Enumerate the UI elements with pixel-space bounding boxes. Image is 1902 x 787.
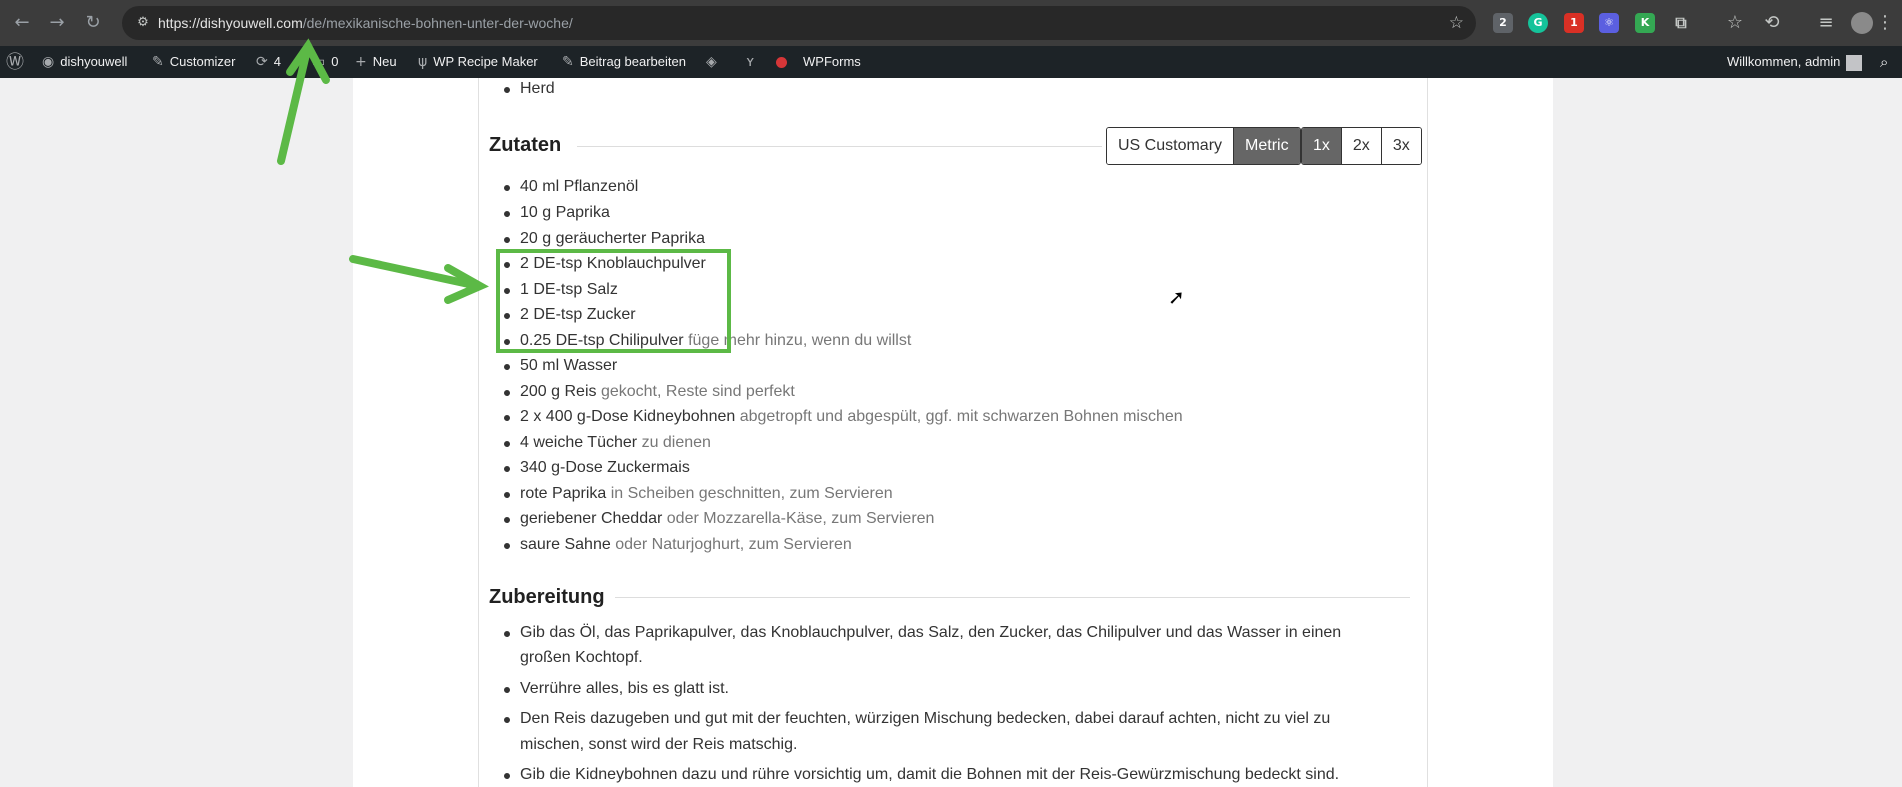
brush-icon: ✎ — [152, 54, 164, 70]
grammarly-icon[interactable]: G — [1528, 13, 1548, 33]
yoast-icon[interactable]: ʏ — [746, 46, 761, 78]
extension-badge-2-icon[interactable]: 2 — [1493, 13, 1513, 33]
ingredient-item: 40 ml Pflanzenöl — [503, 178, 639, 195]
ingredient-item: 200 g Reis gekocht, Reste sind perfekt — [504, 383, 795, 400]
extension-k-icon[interactable]: K — [1635, 13, 1655, 33]
bookmark-star-icon[interactable]: ☆ — [1449, 13, 1464, 33]
heading-divider — [615, 597, 1410, 598]
extension-purple-icon[interactable]: ⚛ — [1599, 13, 1619, 33]
pencil-icon: ✎ — [562, 54, 574, 70]
scale-1x-button[interactable]: 1x — [1302, 128, 1342, 164]
scale-3x-button[interactable]: 3x — [1381, 128, 1421, 164]
address-bar[interactable]: ⚙ https://dishyouwell.com/de/mexikanisch… — [122, 6, 1476, 40]
updates-count: 4 — [273, 54, 281, 69]
welcome-label: Willkommen, admin — [1727, 54, 1841, 69]
ingredient-note: zu dienen — [641, 434, 711, 451]
instruction-step: Gib das Öl, das Paprikapulver, das Knobl… — [503, 624, 1342, 641]
avatar — [1846, 54, 1863, 71]
ingredient-note: in Scheiben geschnitten, zum Servieren — [610, 485, 893, 502]
extension-badge-1-icon[interactable]: 1 — [1564, 13, 1584, 33]
reading-list-icon[interactable]: ≡ — [1815, 12, 1837, 34]
ingredient-item: 340 g-Dose Zuckermais — [504, 459, 690, 476]
diamond-icon: ◈ — [706, 54, 717, 70]
scale-2x-button[interactable]: 2x — [1341, 128, 1382, 164]
status-dot-icon[interactable] — [776, 46, 787, 78]
ingredient-item: saure Sahne oder Naturjoghurt, zum Servi… — [504, 536, 852, 553]
ingredient-note: gekocht, Reste sind perfekt — [600, 383, 795, 400]
equipment-item: Herd — [504, 80, 555, 97]
ingredient-item: geriebener Cheddar oder Mozzarella-Käse,… — [503, 510, 935, 527]
ingredients-heading: Zutaten — [489, 134, 562, 156]
account-menu[interactable]: Willkommen, admin — [1727, 46, 1863, 78]
new-content-link[interactable]: + Neu — [355, 46, 397, 78]
recipe-maker-label: WP Recipe Maker — [433, 54, 538, 69]
profile-avatar[interactable] — [1851, 12, 1873, 34]
instruction-step-continued: mischen, sonst wird der Reis matschig. — [520, 736, 798, 753]
yoast-logo-icon: ʏ — [746, 54, 755, 70]
heading-divider — [577, 146, 1102, 147]
updates-link[interactable]: ⟳ 4 — [256, 46, 281, 78]
forward-icon[interactable]: → — [46, 12, 68, 34]
ingredient-item: 2 x 400 g-Dose Kidneybohnen abgetropft u… — [504, 408, 1183, 425]
updates-icon: ⟳ — [256, 54, 268, 70]
unit-system-toggle: US Customary Metric — [1106, 127, 1301, 165]
wp-admin-bar: Ⓦ ◉ dishyouwell ✎ Customizer ⟳ 4 ▭ 0 + Neu ψW… — [0, 46, 1902, 78]
new-label: Neu — [372, 54, 397, 69]
plus-icon: + — [355, 54, 367, 70]
site-settings-icon[interactable]: ⚙ — [134, 14, 152, 32]
wpforms-link[interactable]: WPForms — [803, 46, 861, 78]
edit-post-label: Beitrag bearbeiten — [579, 54, 686, 69]
ingredient-note: abgetropft und abgespült, ggf. mit schwa… — [739, 408, 1183, 425]
bookmarks-star-icon[interactable]: ☆ — [1724, 12, 1746, 34]
us-customary-button[interactable]: US Customary — [1107, 128, 1235, 164]
reload-icon[interactable]: ↻ — [82, 12, 104, 34]
customizer-label: Customizer — [169, 54, 236, 69]
site-name-label: dishyouwell — [60, 54, 128, 69]
puzzle-icon[interactable]: ⧉ — [1671, 13, 1691, 33]
customizer-link[interactable]: ✎ Customizer — [152, 46, 235, 78]
mouse-cursor-icon: ➚ — [1168, 285, 1185, 309]
ingredient-item: 10 g Paprika — [504, 204, 610, 221]
red-dot — [776, 57, 787, 69]
ingredient-item: 20 g geräucherter Paprika — [504, 230, 705, 247]
url-text[interactable]: https://dishyouwell.com/de/mexikanische-… — [158, 15, 573, 31]
browser-toolbar: ← → ↻ ⚙ https://dishyouwell.com/de/mexik… — [0, 0, 1902, 46]
edit-post-link[interactable]: ✎ Beitrag bearbeiten — [562, 46, 686, 78]
comment-icon: ▭ — [312, 54, 326, 70]
diamond-plugin-icon[interactable]: ◈ — [706, 46, 723, 78]
url-host: https://dishyouwell.com — [158, 15, 303, 31]
instruction-step: Verrühre alles, bis es glatt ist. — [504, 680, 729, 697]
dashboard-icon: ◉ — [42, 54, 55, 70]
menu-icon[interactable]: ⋮ — [1874, 12, 1896, 34]
ingredient-item: 50 ml Wasser — [503, 357, 618, 374]
wordpress-logo-icon[interactable]: Ⓦ — [6, 46, 24, 78]
fork-knife-icon: ψ — [418, 54, 428, 70]
instructions-heading: Zubereitung — [489, 586, 605, 608]
comments-count: 0 — [331, 54, 339, 69]
instruction-step: Gib die Kidneybohnen dazu und rühre vors… — [503, 766, 1340, 783]
ingredient-item: 4 weiche Tücher zu dienen — [504, 434, 711, 451]
site-name-link[interactable]: ◉ dishyouwell — [42, 46, 127, 78]
search-icon[interactable]: ⌕ — [1880, 46, 1888, 78]
history-icon[interactable]: ⟲ — [1761, 12, 1783, 34]
back-icon[interactable]: ← — [11, 12, 33, 34]
servings-scale-toggle: 1x 2x 3x — [1301, 127, 1422, 165]
ingredient-note: oder Naturjoghurt, zum Servieren — [615, 536, 852, 553]
ingredient-note: oder Mozzarella-Käse, zum Servieren — [666, 510, 935, 527]
metric-button[interactable]: Metric — [1234, 128, 1300, 164]
instruction-step: Den Reis dazugeben und gut mit der feuch… — [503, 710, 1331, 727]
instruction-step-continued: großen Kochtopf. — [520, 649, 643, 666]
highlight-box — [496, 249, 731, 353]
url-path: /de/mexikanische-bohnen-unter-der-woche/ — [302, 15, 573, 31]
comments-link[interactable]: ▭ 0 — [312, 46, 338, 78]
ingredient-item: rote Paprika in Scheiben geschnitten, zu… — [504, 485, 893, 502]
wp-recipe-maker-link[interactable]: ψ WP Recipe Maker — [418, 46, 538, 78]
